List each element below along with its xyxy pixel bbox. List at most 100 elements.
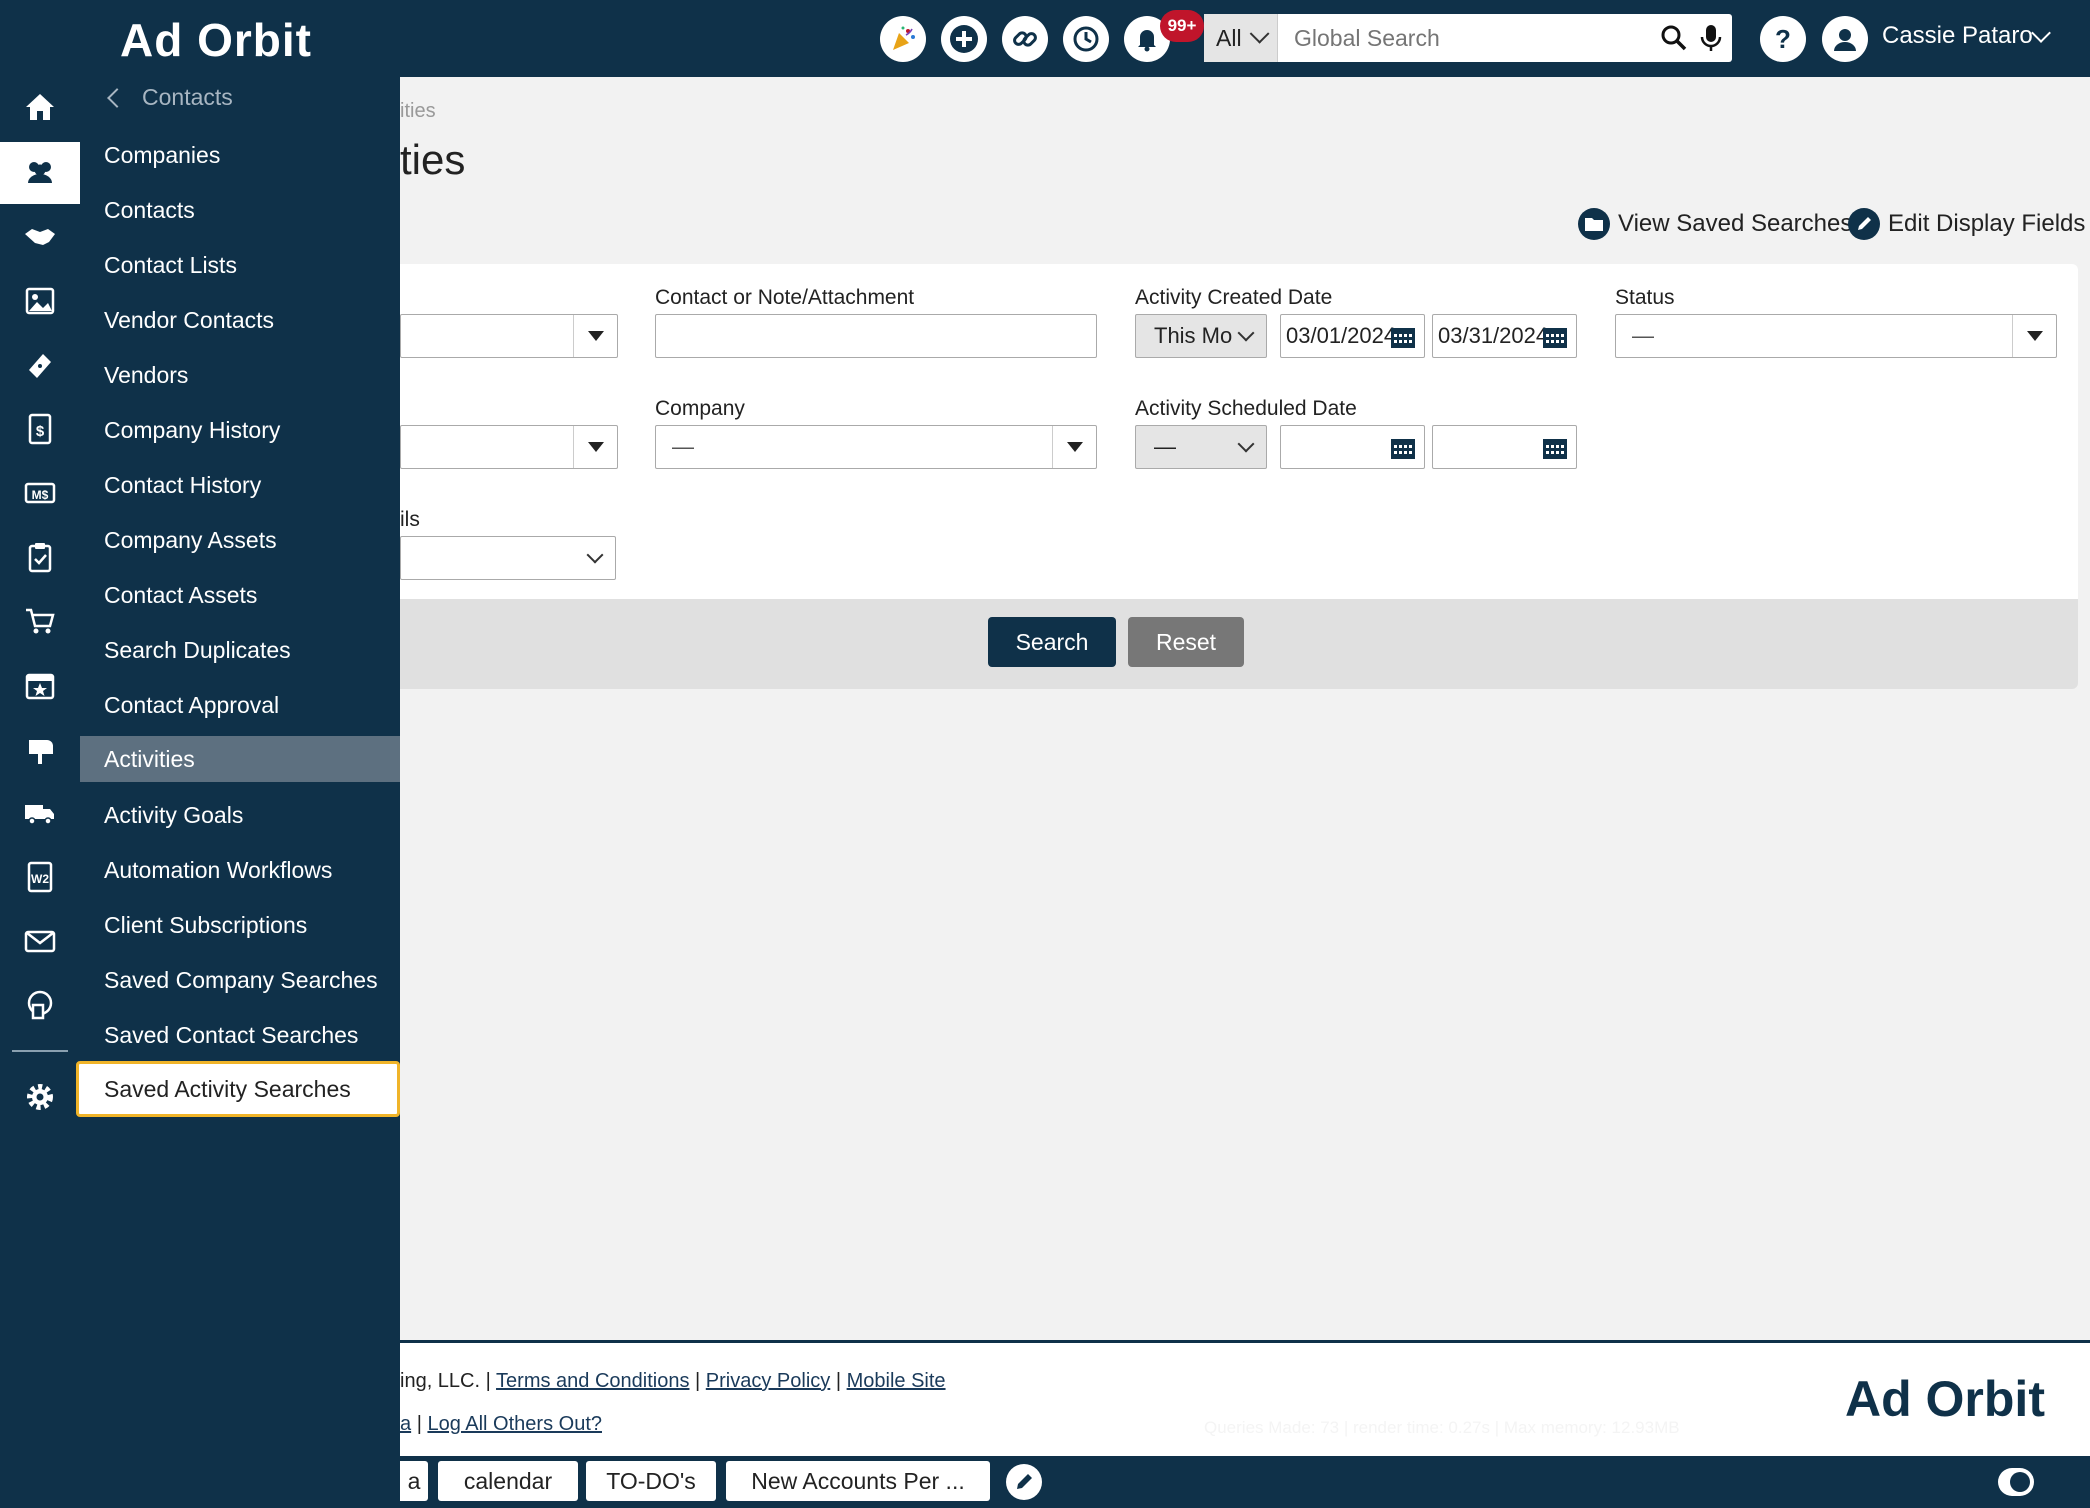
breadcrumb[interactable]: ities [400, 100, 436, 123]
search-icon[interactable] [1659, 23, 1689, 53]
calendar-icon[interactable] [1542, 436, 1568, 460]
currency-exchange-icon[interactable]: M$ [0, 462, 80, 524]
rail-divider [12, 1050, 68, 1052]
scheduled-date-range-select[interactable]: — [1135, 425, 1267, 469]
link-icon[interactable] [1002, 16, 1048, 62]
menu-item-company-assets[interactable]: Company Assets [80, 517, 400, 563]
global-search-input[interactable] [1294, 14, 1654, 62]
clipboard-check-icon[interactable] [0, 526, 80, 588]
help-icon[interactable]: ? [1760, 16, 1806, 62]
svg-text:$: $ [36, 423, 45, 440]
menu-item-client-subscriptions[interactable]: Client Subscriptions [80, 902, 400, 948]
mail-envelope-icon[interactable] [0, 910, 80, 972]
menu-item-contacts[interactable]: Contacts [80, 187, 400, 233]
quick-tab-calendar[interactable]: calendar [438, 1461, 578, 1501]
mailbox-icon[interactable] [0, 718, 80, 780]
search-button[interactable]: Search [988, 617, 1116, 667]
contacts-people-icon[interactable] [0, 142, 80, 204]
chevron-down-icon [1249, 23, 1270, 44]
menu-item-search-duplicates[interactable]: Search Duplicates [80, 627, 400, 673]
menu-item-saved-company-searches[interactable]: Saved Company Searches [80, 957, 400, 1003]
svg-text:?: ? [1775, 24, 1791, 54]
scheduled-to-date-input[interactable] [1432, 425, 1577, 469]
user-name[interactable]: Cassie Pataro [1882, 22, 2033, 50]
search-scope-select[interactable]: All [1204, 14, 1278, 62]
search-scope-value: All [1216, 24, 1242, 51]
menu-item-contact-lists[interactable]: Contact Lists [80, 242, 400, 288]
menu-item-saved-contact-searches[interactable]: Saved Contact Searches [80, 1012, 400, 1058]
menu-item-activities[interactable]: Activities [80, 736, 400, 782]
global-search: All [1204, 14, 1732, 62]
partial-select-3[interactable] [400, 536, 616, 580]
menu-item-vendor-contacts[interactable]: Vendor Contacts [80, 297, 400, 343]
scheduled-from-date-input[interactable] [1280, 425, 1425, 469]
status-label: Status [1615, 286, 1675, 309]
icon-rail: $ M$ W2 [0, 0, 80, 1508]
menu-item-contact-approval[interactable]: Contact Approval [80, 682, 400, 728]
delivery-truck-icon[interactable] [0, 782, 80, 844]
back-to-contacts[interactable]: Contacts [104, 84, 233, 111]
chevron-down-icon [1237, 435, 1255, 453]
created-date-range-select[interactable]: This Mo [1135, 314, 1267, 358]
chevron-down-icon [1237, 324, 1255, 342]
calendar-icon[interactable] [1542, 325, 1568, 349]
partial-select-2[interactable] [400, 425, 618, 469]
notification-count-badge: 99+ [1160, 10, 1204, 42]
celebration-icon[interactable] [880, 16, 926, 62]
status-select[interactable]: — [1615, 314, 2057, 358]
caret-down-icon [587, 331, 604, 341]
contacts-submenu: Ad Orbit Contacts Companies Contacts Con… [76, 0, 400, 1508]
edit-display-fields-link[interactable]: Edit Display Fields [1848, 208, 2085, 240]
digital-ads-icon[interactable] [0, 974, 80, 1036]
user-menu-chevron-icon[interactable] [2031, 23, 2051, 43]
activity-created-date-label: Activity Created Date [1135, 286, 1333, 309]
terms-link[interactable]: Terms and Conditions [496, 1370, 689, 1392]
ticket-icon[interactable] [0, 334, 80, 396]
calendar-icon[interactable] [1390, 325, 1416, 349]
ad-orbit-logo[interactable]: Ad Orbit [120, 8, 312, 72]
caret-down-icon [2026, 331, 2043, 341]
home-icon[interactable] [0, 76, 80, 138]
microphone-icon[interactable] [1698, 23, 1724, 53]
history-clock-icon[interactable] [1063, 16, 1109, 62]
created-to-date-input[interactable]: 03/31/2024 [1432, 314, 1577, 358]
menu-item-contact-history[interactable]: Contact History [80, 462, 400, 508]
privacy-link[interactable]: Privacy Policy [706, 1370, 830, 1392]
partial-label: ils [400, 508, 420, 531]
handshake-icon[interactable] [0, 206, 80, 268]
media-gallery-icon[interactable] [0, 270, 80, 332]
company-select[interactable]: — [655, 425, 1097, 469]
partial-select-1[interactable] [400, 314, 618, 358]
shopping-cart-icon[interactable] [0, 590, 80, 652]
created-from-date-input[interactable]: 03/01/2024 [1280, 314, 1425, 358]
edit-quick-tabs-icon[interactable] [1006, 1464, 1042, 1500]
quick-tab-partial[interactable]: a [400, 1461, 428, 1501]
calendar-icon[interactable] [1390, 436, 1416, 460]
menu-item-automation-workflows[interactable]: Automation Workflows [80, 847, 400, 893]
footer-logo: Ad Orbit [1845, 1371, 2045, 1427]
menu-item-saved-activity-searches[interactable]: Saved Activity Searches [76, 1061, 400, 1117]
view-saved-searches-link[interactable]: View Saved Searches [1578, 208, 1852, 240]
menu-item-contact-assets[interactable]: Contact Assets [80, 572, 400, 618]
page-footer [400, 1340, 2090, 1456]
reset-button[interactable]: Reset [1128, 617, 1244, 667]
contact-note-input[interactable] [655, 314, 1097, 358]
menu-item-vendors[interactable]: Vendors [80, 352, 400, 398]
settings-gear-icon[interactable] [0, 1066, 80, 1128]
quick-tab-todos[interactable]: TO-DO's [586, 1461, 716, 1501]
menu-item-companies[interactable]: Companies [80, 132, 400, 178]
add-icon[interactable] [941, 16, 987, 62]
log-all-others-out-link[interactable]: Log All Others Out? [427, 1413, 602, 1435]
quick-tab-new-accounts[interactable]: New Accounts Per ... [726, 1461, 990, 1501]
event-calendar-icon[interactable] [0, 654, 80, 716]
chevron-left-icon [107, 87, 127, 108]
mobile-site-link[interactable]: Mobile Site [847, 1370, 946, 1392]
menu-item-activity-goals[interactable]: Activity Goals [80, 792, 400, 838]
user-avatar-icon[interactable] [1822, 16, 1868, 62]
w2-form-icon[interactable]: W2 [0, 846, 80, 908]
activity-scheduled-date-label: Activity Scheduled Date [1135, 397, 1357, 420]
partial-link[interactable]: a [400, 1413, 411, 1435]
toggle-switch-icon[interactable] [1998, 1468, 2034, 1496]
menu-item-company-history[interactable]: Company History [80, 407, 400, 453]
invoice-icon[interactable]: $ [0, 398, 80, 460]
